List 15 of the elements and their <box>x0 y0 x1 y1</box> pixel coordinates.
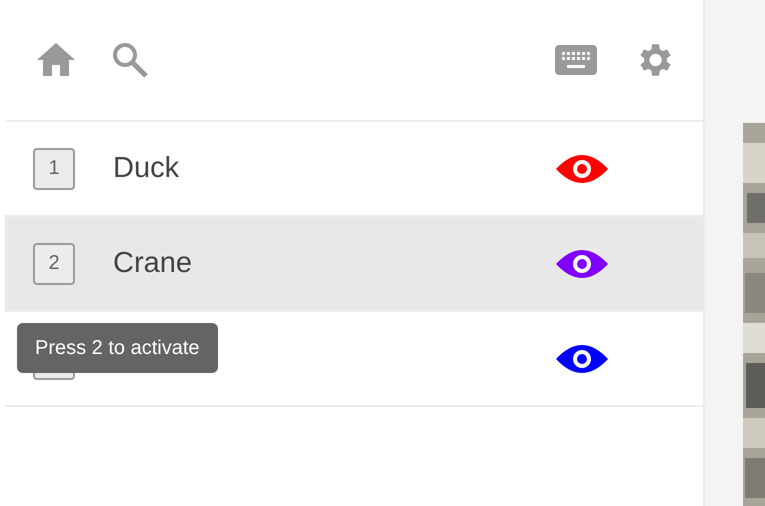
home-icon <box>37 43 75 77</box>
keyboard-button[interactable] <box>555 45 597 75</box>
item-name: Duck <box>113 152 180 185</box>
tooltip: Press 2 to activate <box>17 323 218 373</box>
eye-icon[interactable] <box>556 152 608 184</box>
key-badge: 2 <box>33 242 75 284</box>
list-row[interactable]: 2 Crane <box>5 217 703 312</box>
eye-icon[interactable] <box>556 248 608 280</box>
home-button[interactable] <box>37 43 75 77</box>
search-icon <box>111 41 149 79</box>
key-badge: 1 <box>33 148 75 190</box>
search-button[interactable] <box>111 41 149 79</box>
item-name: Crane <box>113 247 193 280</box>
eye-icon[interactable] <box>556 342 608 374</box>
keyboard-icon <box>555 45 597 75</box>
